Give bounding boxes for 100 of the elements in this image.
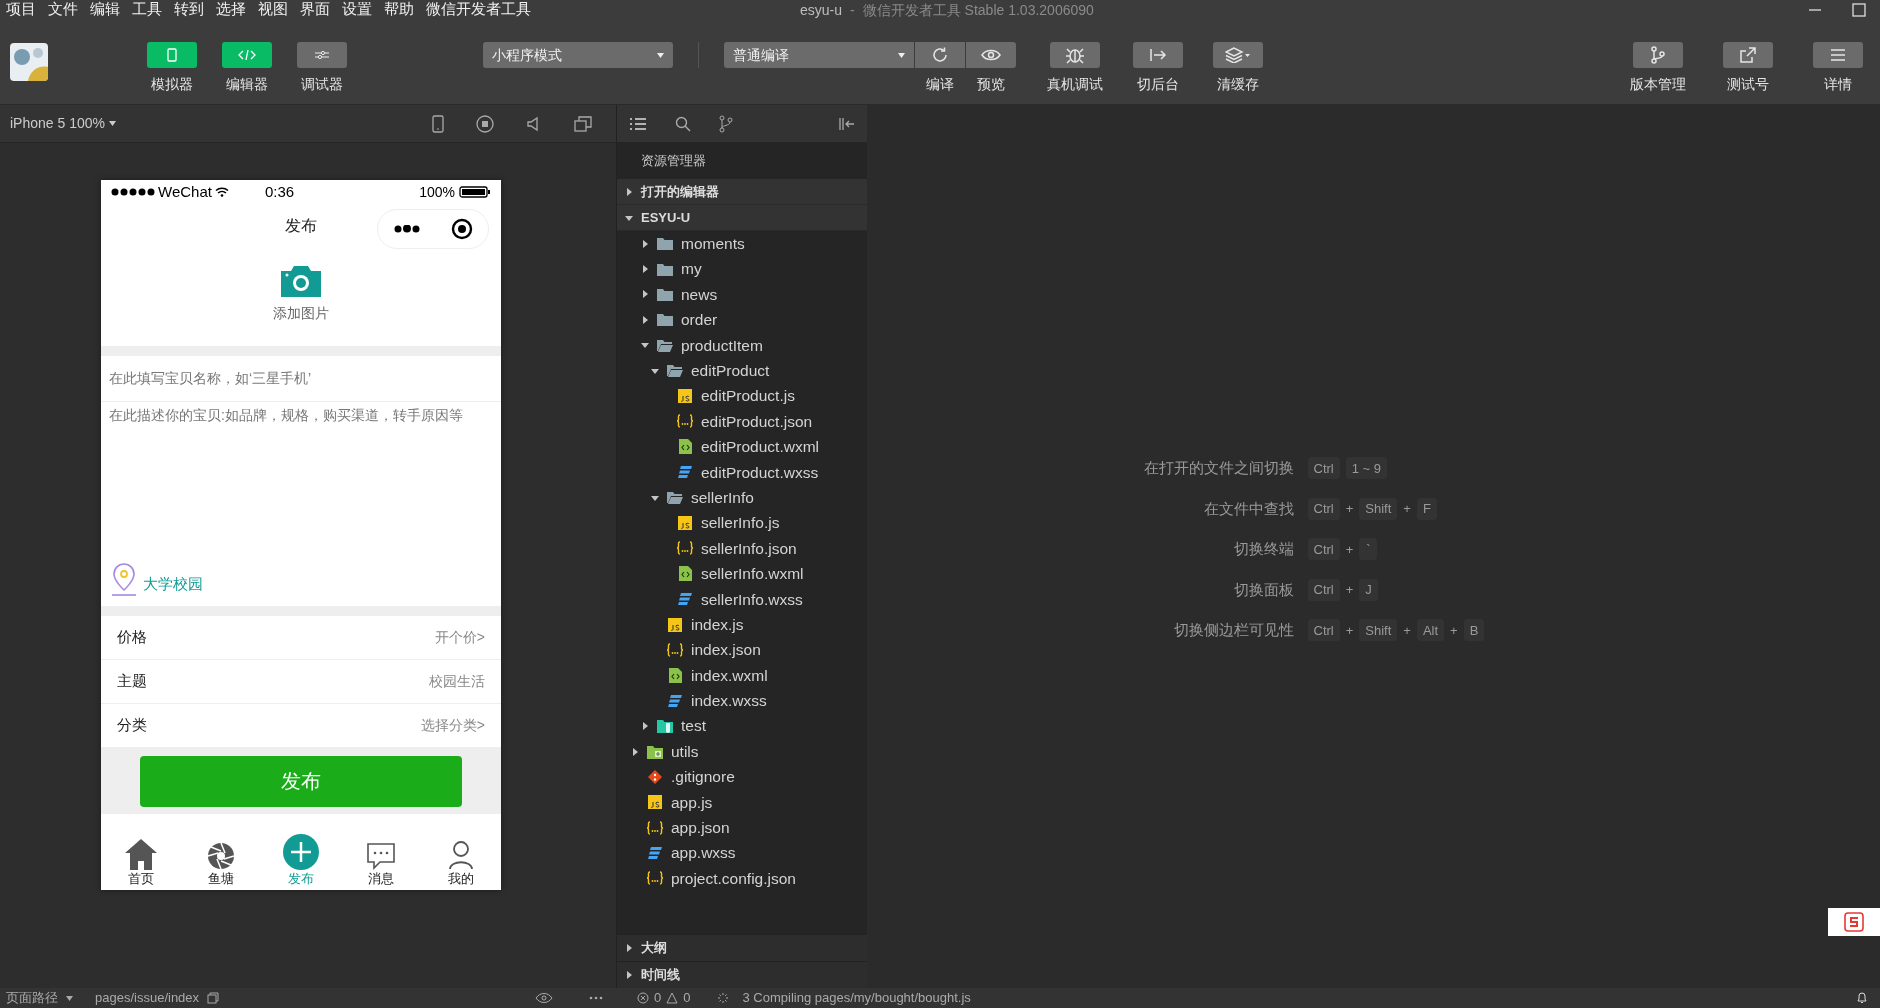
folder-row[interactable]: news (617, 281, 867, 308)
caret-right-icon[interactable] (625, 944, 633, 952)
mode-dropdown[interactable]: 小程序模式 (483, 42, 673, 68)
folder-row[interactable]: order (617, 307, 867, 333)
more-icon[interactable] (589, 996, 603, 1000)
toolbar-button[interactable] (1133, 42, 1183, 68)
location-pin-icon[interactable] (111, 562, 137, 596)
section-header[interactable]: 大纲 (617, 934, 867, 961)
folder-row[interactable]: sellerInfo (617, 484, 867, 511)
toolbar-button[interactable] (1633, 42, 1683, 68)
file-row[interactable]: app.js (617, 789, 867, 815)
list-icon[interactable] (629, 116, 647, 131)
maximize-icon[interactable] (1852, 3, 1866, 17)
file-row[interactable]: app.json (617, 815, 867, 841)
refresh-icon (931, 46, 949, 64)
form-row[interactable]: 价格 开个价> (101, 616, 501, 660)
location-link[interactable]: 大学校园 (143, 574, 203, 596)
menu-item[interactable]: 微信开发者工具 (420, 0, 537, 21)
file-row[interactable]: editProduct.wxml (617, 434, 867, 460)
caret-right-icon[interactable] (641, 265, 649, 274)
search-icon[interactable] (675, 115, 691, 132)
caret-right-icon[interactable] (641, 722, 649, 731)
caret-right-icon[interactable] (641, 239, 649, 248)
caret-down-icon[interactable] (625, 213, 633, 222)
file-row[interactable]: editProduct.js (617, 383, 867, 409)
toolbar-button[interactable] (1213, 42, 1263, 68)
caret-right-icon[interactable] (641, 290, 649, 299)
file-row[interactable]: app.wxss (617, 840, 867, 866)
folder-row[interactable]: utils (617, 738, 867, 765)
file-row[interactable]: .gitignore (617, 764, 867, 790)
copy-icon[interactable] (207, 992, 220, 1004)
folder-row[interactable]: test (617, 713, 867, 739)
toolbar-button[interactable] (1050, 42, 1100, 68)
menu-item[interactable]: 文件 (42, 0, 84, 21)
menu-item[interactable]: 界面 (294, 0, 336, 21)
menu-item[interactable]: 转到 (168, 0, 210, 21)
form-row[interactable]: 主题 校园生活 (101, 660, 501, 704)
path-label[interactable]: 页面路径 (6, 988, 58, 1008)
input-method-badge[interactable] (1828, 908, 1880, 936)
name-field[interactable]: 在此填写宝贝名称，如‘三星手机’ (101, 356, 501, 402)
bell-icon[interactable] (1856, 992, 1868, 1004)
file-row[interactable]: sellerInfo.js (617, 510, 867, 536)
section-header[interactable]: 时间线 (617, 961, 867, 988)
plus-sign: + (1345, 540, 1354, 559)
caret-right-icon[interactable] (631, 747, 639, 756)
panel-toggle[interactable] (222, 42, 272, 68)
menu-item[interactable]: 视图 (252, 0, 294, 21)
toolbar-button[interactable] (966, 42, 1016, 68)
file-row[interactable]: index.json (617, 637, 867, 663)
folder-row[interactable]: editProduct (617, 357, 867, 384)
file-row[interactable]: sellerInfo.wxss (617, 586, 867, 612)
compile-dropdown[interactable]: 普通编译 (724, 42, 914, 68)
folder-row[interactable]: moments (617, 231, 867, 257)
panel-toggle[interactable] (147, 42, 197, 68)
braces-icon (646, 871, 664, 886)
menu-item[interactable]: 选择 (210, 0, 252, 21)
file-row[interactable]: editProduct.json (617, 408, 867, 435)
person-icon (448, 840, 474, 871)
file-row[interactable]: sellerInfo.wxml (617, 561, 867, 587)
file-row[interactable]: project.config.json (617, 865, 867, 892)
phone-icon[interactable] (432, 114, 444, 133)
folder-row[interactable]: productItem (617, 332, 867, 358)
menu-item[interactable]: 工具 (126, 0, 168, 21)
panel-toggle[interactable] (297, 42, 347, 68)
file-row[interactable]: editProduct.wxss (617, 459, 867, 485)
tab-bar-item[interactable]: 我的 (421, 814, 501, 890)
caret-right-icon[interactable] (625, 187, 633, 196)
eye-icon[interactable] (535, 992, 553, 1004)
device-dropdown[interactable]: iPhone 5 100% (10, 113, 116, 134)
caret-down-icon[interactable] (651, 366, 659, 375)
stop-icon[interactable] (476, 114, 494, 133)
menu-item[interactable]: 项目 (0, 0, 42, 21)
file-row[interactable]: index.wxss (617, 688, 867, 714)
tab-bar-item[interactable]: 鱼塘 (181, 814, 261, 890)
menu-item[interactable]: 设置 (336, 0, 378, 21)
section-header[interactable]: 打开的编辑器 (617, 179, 867, 205)
file-row[interactable]: sellerInfo.json (617, 535, 867, 562)
description-field[interactable]: 在此描述你的宝贝:如品牌，规格，购买渠道，转手原因等 (101, 402, 501, 558)
caret-right-icon[interactable] (641, 315, 649, 324)
toolbar-button[interactable] (1813, 42, 1863, 68)
collapse-panel-icon[interactable] (839, 116, 855, 131)
caret-down-icon[interactable] (651, 493, 659, 502)
toolbar-button[interactable] (915, 42, 965, 68)
file-row[interactable]: index.wxml (617, 662, 867, 689)
menu-item[interactable]: 帮助 (378, 0, 420, 21)
branch-icon[interactable] (719, 114, 733, 133)
folder-row[interactable]: my (617, 256, 867, 282)
toolbar-button[interactable] (1723, 42, 1773, 68)
caret-down-icon[interactable] (641, 341, 649, 350)
tab-bar-item[interactable]: 消息 (341, 814, 421, 890)
file-row[interactable]: index.js (617, 611, 867, 638)
camera-icon[interactable] (281, 265, 321, 297)
folder-icon (657, 313, 673, 327)
section-header[interactable]: ESYU-U (617, 205, 867, 231)
windows-icon[interactable] (574, 115, 592, 132)
open-folder-icon (667, 364, 683, 378)
tab-bar-item[interactable]: 首页 (101, 814, 181, 890)
tab-bar-item[interactable]: 发布 (261, 814, 341, 890)
menu-item[interactable]: 编辑 (84, 0, 126, 21)
caret-right-icon[interactable] (625, 971, 633, 979)
